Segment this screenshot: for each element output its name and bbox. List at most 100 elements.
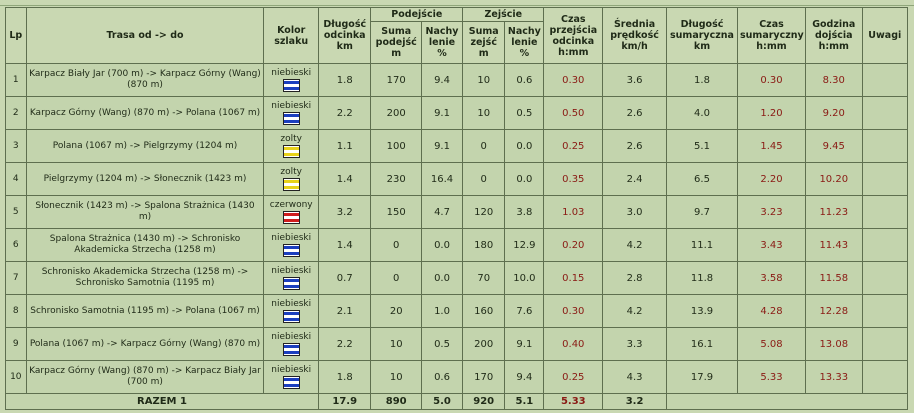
row-total-length: 6.5	[665, 162, 739, 196]
row-segment-time: 0.30	[543, 294, 604, 328]
row-total-time: 4.28	[737, 294, 806, 328]
trail-marker-icon	[282, 178, 300, 191]
row-segment-time: 0.15	[543, 261, 604, 295]
row-descent-grade: 12.9	[504, 228, 545, 262]
row-lp: 7	[5, 261, 27, 295]
total-avg-speed: 3.2	[602, 393, 667, 410]
row-arrival-time: 11.43	[804, 228, 863, 262]
trail-color-name: niebieski	[271, 68, 312, 78]
row-avg-speed: 3.6	[602, 63, 667, 97]
row-route: Polana (1067 m) -> Pielgrzymy (1204 m)	[25, 129, 265, 163]
row-avg-speed: 4.2	[602, 294, 667, 328]
row-segment-time: 0.40	[543, 327, 604, 361]
row-avg-speed: 4.2	[602, 228, 667, 262]
header-route: Trasa od -> do	[25, 7, 265, 64]
row-trail-color: niebieski	[263, 261, 319, 295]
row-segment-length: 1.1	[317, 129, 372, 163]
row-arrival-time: 8.30	[804, 63, 863, 97]
trail-marker-icon	[282, 112, 300, 125]
row-ascent-sum: 20	[370, 294, 422, 328]
row-lp: 1	[5, 63, 27, 97]
row-ascent-sum: 200	[370, 96, 422, 130]
table-row: 9 Polana (1067 m) -> Karpacz Górny (Wang)…	[5, 327, 909, 361]
trail-marker-icon	[282, 310, 300, 323]
row-descent-sum: 10	[462, 63, 506, 97]
row-lp: 9	[5, 327, 27, 361]
row-ascent-grade: 0.6	[420, 360, 464, 394]
row-avg-speed: 3.0	[602, 195, 667, 229]
row-ascent-sum: 150	[370, 195, 422, 229]
row-lp: 5	[5, 195, 27, 229]
row-route: Karpacz Górny (Wang) (870 m) -> Karpacz …	[25, 360, 265, 394]
table-row: 4 Pielgrzymy (1204 m) -> Słonecznik (1423…	[5, 162, 909, 196]
row-lp: 8	[5, 294, 27, 328]
row-descent-grade: 9.1	[504, 327, 545, 361]
row-route: Słonecznik (1423 m) -> Spalona Strażnica…	[25, 195, 265, 229]
row-descent-grade: 0.0	[504, 162, 545, 196]
row-segment-time: 0.25	[543, 129, 604, 163]
total-length: 17.9	[317, 393, 372, 410]
row-ascent-sum: 10	[370, 360, 422, 394]
row-arrival-time: 9.45	[804, 129, 863, 163]
row-segment-length: 1.8	[317, 360, 372, 394]
row-segment-length: 2.2	[317, 96, 372, 130]
row-segment-time: 0.30	[543, 63, 604, 97]
trail-marker-icon	[282, 376, 300, 389]
row-ascent-sum: 0	[370, 228, 422, 262]
row-trail-color: niebieski	[263, 327, 319, 361]
row-notes	[861, 63, 909, 97]
row-trail-color: czerwony	[263, 195, 319, 229]
row-route: Schronisko Akademicka Strzecha (1258 m) …	[25, 261, 265, 295]
total-ascent-grade: 5.0	[420, 393, 464, 410]
row-route: Spalona Strażnica (1430 m) -> Schronisko…	[25, 228, 265, 262]
total-blank	[665, 393, 909, 410]
route-rows: 1 Karpacz Biały Jar (700 m) -> Karpacz Gó…	[5, 63, 909, 394]
row-segment-time: 0.25	[543, 360, 604, 394]
row-total-time: 3.23	[737, 195, 806, 229]
row-trail-color: niebieski	[263, 294, 319, 328]
header-descent-group: Zejście	[462, 7, 545, 22]
row-descent-sum: 160	[462, 294, 506, 328]
row-segment-time: 1.03	[543, 195, 604, 229]
row-notes	[861, 129, 909, 163]
row-descent-grade: 10.0	[504, 261, 545, 295]
row-route: Polana (1067 m) -> Karpacz Górny (Wang) …	[25, 327, 265, 361]
row-total-time: 5.33	[737, 360, 806, 394]
row-trail-color: niebieski	[263, 228, 319, 262]
row-arrival-time: 12.28	[804, 294, 863, 328]
row-total-time: 2.20	[737, 162, 806, 196]
row-descent-grade: 3.8	[504, 195, 545, 229]
header-arrival-time: Godzina dojścia h:mm	[804, 7, 863, 64]
row-total-time: 1.20	[737, 96, 806, 130]
header-segment-length: Długość odcinka km	[317, 7, 372, 64]
row-notes	[861, 162, 909, 196]
row-ascent-grade: 9.4	[420, 63, 464, 97]
table-row: 8 Schronisko Samotnia (1195 m) -> Polana …	[5, 294, 909, 328]
row-descent-grade: 0.5	[504, 96, 545, 130]
row-arrival-time: 11.58	[804, 261, 863, 295]
row-total-time: 1.45	[737, 129, 806, 163]
trail-color-name: niebieski	[271, 299, 312, 309]
row-descent-grade: 0.6	[504, 63, 545, 97]
row-total-length: 17.9	[665, 360, 739, 394]
trail-color-name: niebieski	[271, 365, 312, 375]
row-notes	[861, 294, 909, 328]
row-lp: 10	[5, 360, 27, 394]
row-trail-color: zolty	[263, 162, 319, 196]
row-lp: 6	[5, 228, 27, 262]
top-strip	[0, 0, 914, 6]
row-total-length: 13.9	[665, 294, 739, 328]
row-notes	[861, 228, 909, 262]
row-route: Pielgrzymy (1204 m) -> Słonecznik (1423 …	[25, 162, 265, 196]
row-segment-time: 0.50	[543, 96, 604, 130]
row-descent-grade: 9.4	[504, 360, 545, 394]
row-lp: 4	[5, 162, 27, 196]
row-ascent-grade: 9.1	[420, 96, 464, 130]
row-descent-sum: 10	[462, 96, 506, 130]
header-descent-grade: Nachy lenie %	[504, 21, 545, 64]
header-descent-sum: Suma zejść m	[462, 21, 506, 64]
trail-marker-icon	[282, 244, 300, 257]
row-ascent-grade: 0.0	[420, 228, 464, 262]
row-total-time: 0.30	[737, 63, 806, 97]
row-segment-time: 0.20	[543, 228, 604, 262]
